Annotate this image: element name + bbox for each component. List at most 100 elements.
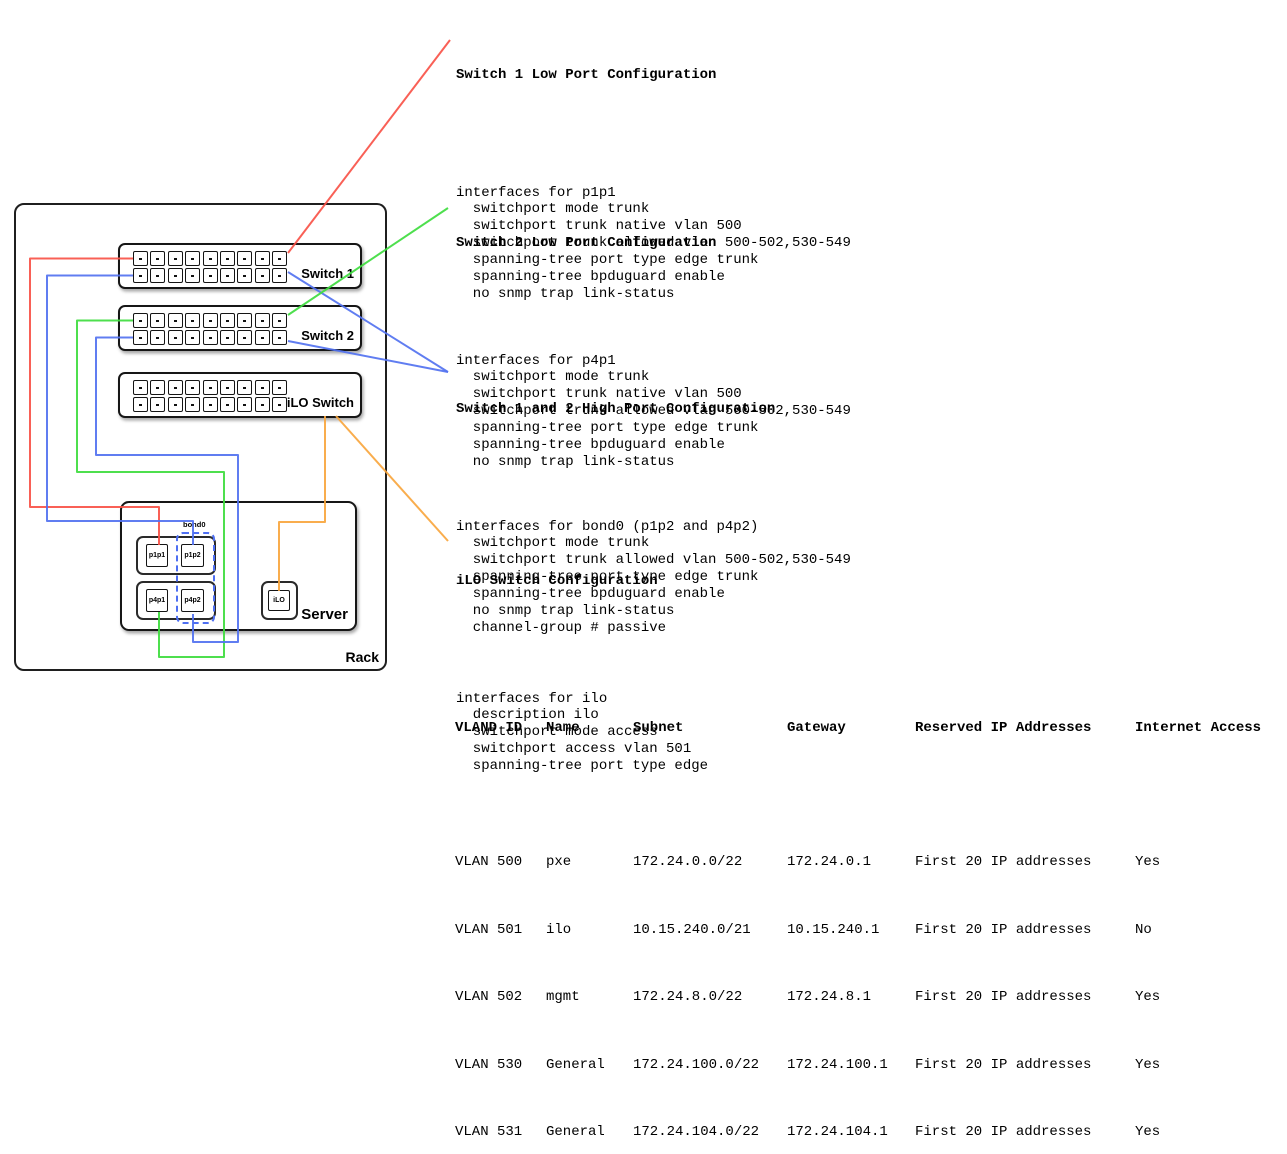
switch-port [255,380,270,395]
switch-2: Switch 2 [118,305,362,351]
switch-port [168,268,183,283]
port-dot [243,320,246,322]
port-dot [156,337,159,339]
port-dot [278,337,281,339]
port-dot [156,258,159,260]
port-dot [261,320,264,322]
switch-port [255,397,270,412]
switch-port [272,397,287,412]
switch-1: Switch 1 [118,243,362,289]
vlan-gateway-cell: 172.24.8.1 [787,989,915,1006]
config-title: Switch 2 Low Port Configuration [456,235,851,252]
port-dot [139,404,142,406]
port-p1p2: p1p2 [181,544,204,567]
vlan-reserved-cell: First 20 IP addresses [915,989,1135,1006]
switch-port [168,313,183,328]
switch-port [272,380,287,395]
vlan-reserved-cell: First 20 IP addresses [915,1057,1135,1074]
switch-port [133,330,148,345]
switch-2-port-row-high [133,330,287,345]
switch-port [150,268,165,283]
ilo-switch-port-row-1 [133,380,287,395]
vlan-subnet-cell: 172.24.100.0/22 [633,1057,787,1074]
switch-port [168,380,183,395]
vlan-subnet-cell: 172.24.8.0/22 [633,989,787,1006]
vlan-internet-cell: Yes [1135,854,1265,871]
vlan-subnet-cell: 172.24.0.0/22 [633,854,787,871]
switch-port [272,330,287,345]
switch-port [168,251,183,266]
switch-port [203,397,218,412]
port-dot [261,258,264,260]
switch-1-port-row-low [133,251,287,266]
port-dot [174,337,177,339]
port-dot [209,320,212,322]
port-dot [174,320,177,322]
page: Switch 1 Switch 2 iLO Switch bond0 [0,0,1287,1154]
ilo-switch-port-row-2 [133,397,287,412]
switch-port [150,330,165,345]
vlan-name-cell: ilo [546,922,633,939]
port-dot [243,404,246,406]
switch-port [203,251,218,266]
switch-port [150,380,165,395]
vlan-id-cell: VLAN 502 [455,989,546,1006]
vlan-name-cell: pxe [546,854,633,871]
switch-port [220,380,235,395]
switch-port [203,380,218,395]
port-dot [139,258,142,260]
server-label: Server [301,606,348,623]
port-dot [191,337,194,339]
switch-port [150,251,165,266]
switch-port [237,251,252,266]
port-dot [278,387,281,389]
port-dot [261,275,264,277]
port-dot [174,404,177,406]
switch-port [220,268,235,283]
port-p1p1: p1p1 [146,544,168,567]
rack-label: Rack [346,649,379,665]
port-dot [174,275,177,277]
port-dot [226,387,229,389]
port-dot [139,387,142,389]
vlan-name-cell: General [546,1057,633,1074]
switch-port [255,251,270,266]
config-line: interfaces for p1p1 [456,185,851,202]
port-dot [278,404,281,406]
port-dot [156,275,159,277]
switch-port [255,330,270,345]
switch-port [272,268,287,283]
port-p4p1: p4p1 [146,589,168,612]
switch-port [168,330,183,345]
switch-port [220,397,235,412]
vlan-table: VLAND IDNameSubnetGatewayReserved IP Add… [455,686,1265,1154]
port-dot [243,337,246,339]
port-dot [191,387,194,389]
switch-port [185,268,200,283]
switch-1-label: Switch 1 [301,267,354,281]
vlan-subnet-cell: 10.15.240.0/21 [633,922,787,939]
switch-port [133,313,148,328]
port-dot [156,404,159,406]
switch-port [237,268,252,283]
port-dot [191,275,194,277]
config-title: iLO Switch Configuration [456,573,708,590]
port-dot [139,337,142,339]
port-dot [191,320,194,322]
switch-2-label: Switch 2 [301,329,354,343]
port-dot [226,404,229,406]
vlan-reserved-cell: First 20 IP addresses [915,922,1135,939]
vlan-internet-cell: Yes [1135,1057,1265,1074]
ilo-switch-label: iLO Switch [287,396,354,410]
config-title: Switch 1 and 2 High Port Configuration [456,401,851,418]
vlan-reserved-cell: First 20 IP addresses [915,854,1135,871]
switch-port [237,397,252,412]
vlan-id-cell: VLAN 501 [455,922,546,939]
port-dot [191,258,194,260]
port-dot [261,387,264,389]
vlan-header-cell: Name [546,720,633,737]
vlan-gateway-cell: 172.24.104.1 [787,1124,915,1141]
port-dot [174,258,177,260]
vlan-internet-cell: No [1135,922,1265,939]
port-dot [226,275,229,277]
